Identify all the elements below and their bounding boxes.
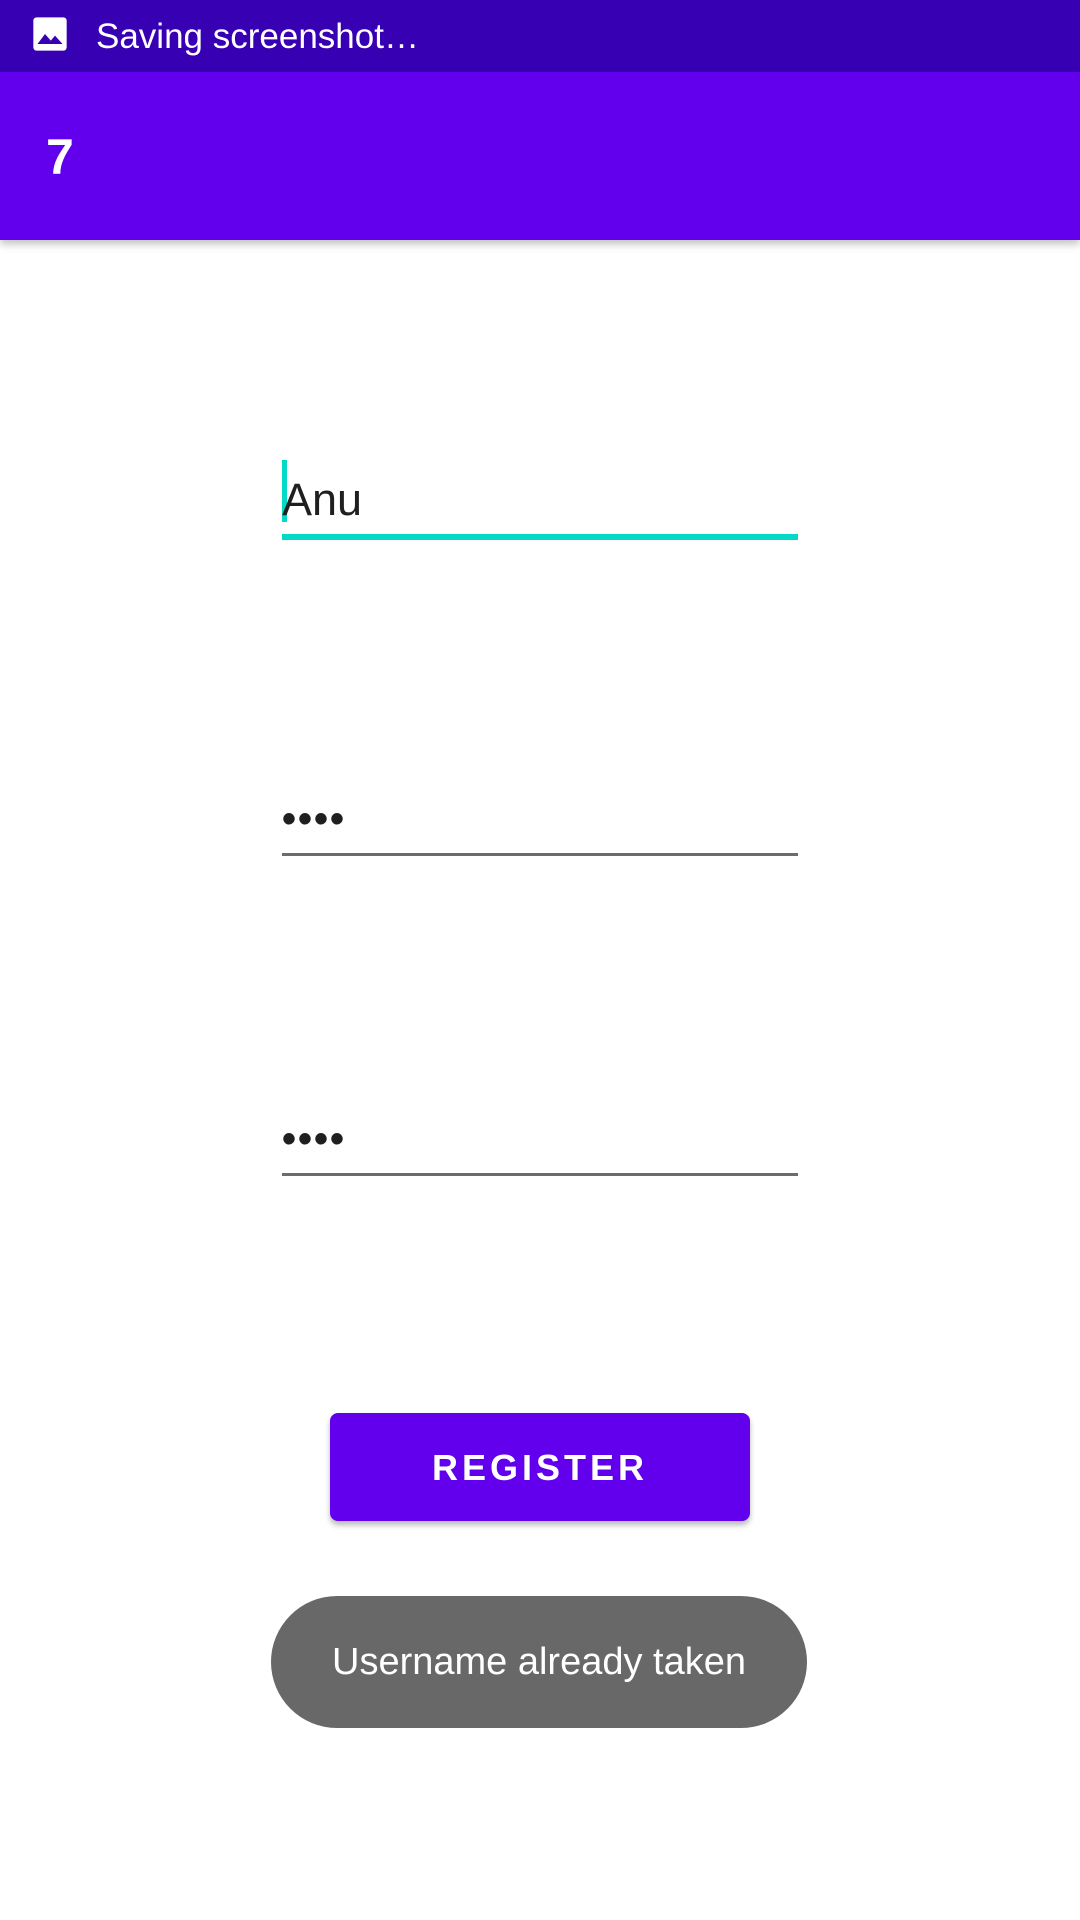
app-title: 7 bbox=[46, 129, 74, 185]
register-screen: Saving screenshot… 7 Anu •••• •••• REGIS… bbox=[0, 0, 1080, 1920]
username-value: Anu bbox=[282, 474, 363, 525]
image-icon bbox=[33, 17, 67, 51]
status-notification-text: Saving screenshot… bbox=[96, 17, 419, 56]
confirm-password-field[interactable]: •••• bbox=[282, 1100, 798, 1176]
register-button[interactable]: REGISTER bbox=[330, 1413, 750, 1521]
status-bar: Saving screenshot… bbox=[0, 0, 1080, 72]
password-field[interactable]: •••• bbox=[282, 780, 798, 856]
app-bar: 7 bbox=[0, 72, 1080, 240]
username-field[interactable]: Anu bbox=[282, 460, 798, 540]
password-value: •••• bbox=[282, 797, 347, 841]
confirm-password-value: •••• bbox=[282, 1117, 347, 1161]
username-underline bbox=[282, 534, 798, 540]
confirm-password-underline bbox=[282, 1173, 798, 1176]
password-underline bbox=[282, 853, 798, 856]
toast-message: Username already taken bbox=[271, 1596, 807, 1728]
